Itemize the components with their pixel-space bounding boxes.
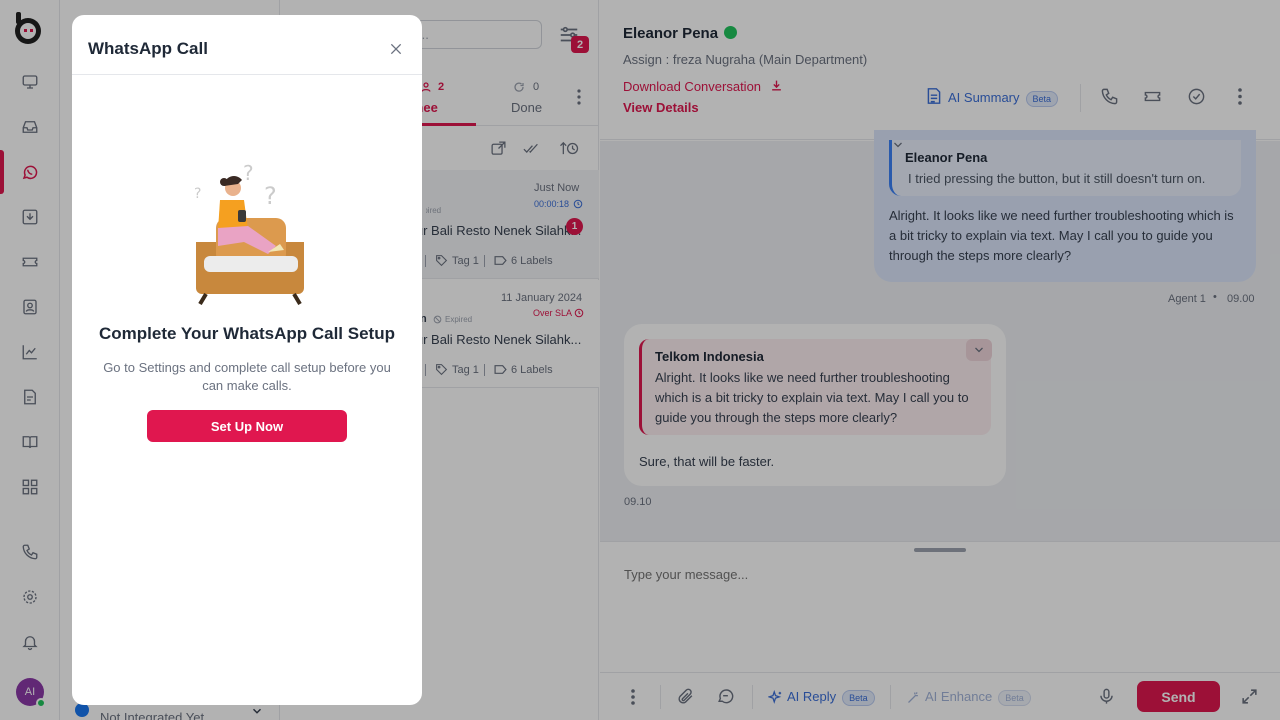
setup-heading: Complete Your WhatsApp Call Setup (99, 324, 395, 343)
set-up-now-button[interactable]: Set Up Now (147, 410, 347, 442)
setup-description: Go to Settings and complete call setup b… (103, 360, 391, 393)
svg-text:?: ? (264, 182, 277, 210)
whatsapp-call-modal: WhatsApp Call ? ? ? Complete Your WhatsA… (72, 15, 422, 705)
confused-person-illustration: ? ? ? (182, 160, 312, 305)
close-icon[interactable] (388, 41, 404, 57)
svg-text:?: ? (194, 186, 201, 202)
svg-text:?: ? (243, 161, 254, 185)
modal-header: WhatsApp Call (72, 15, 422, 75)
modal-title: WhatsApp Call (88, 39, 208, 58)
